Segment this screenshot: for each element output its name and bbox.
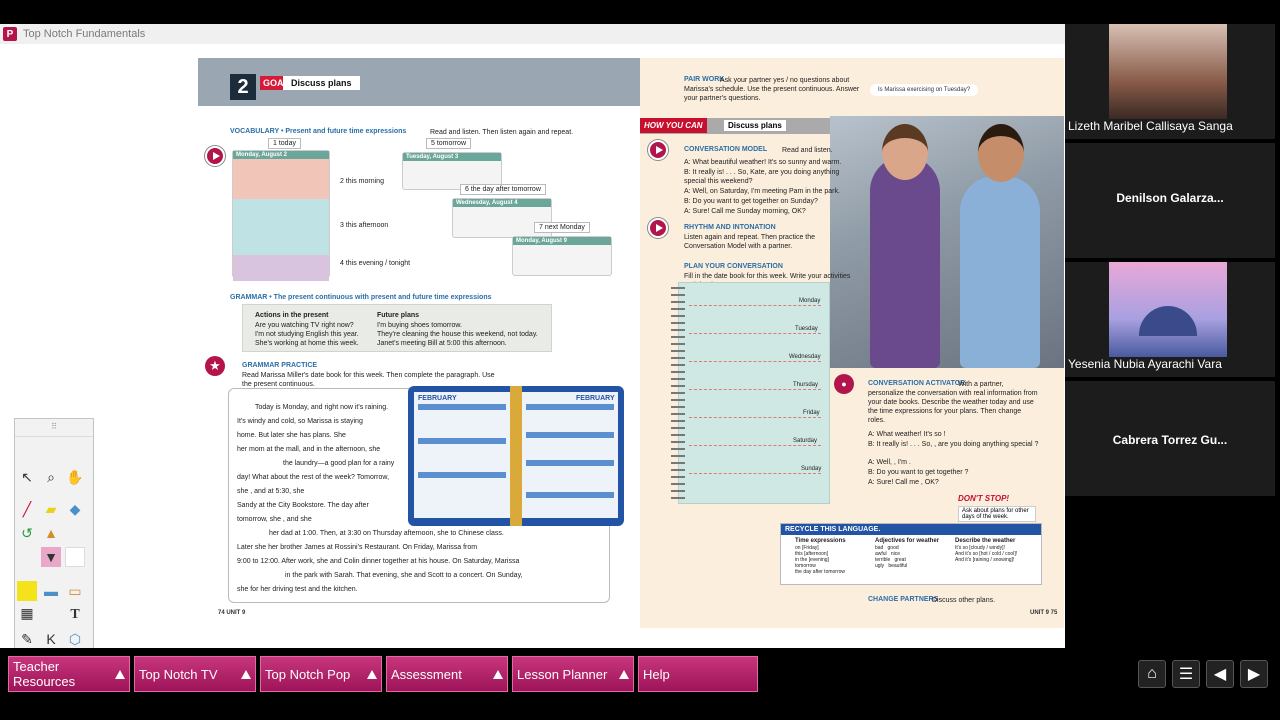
change-partners-heading: CHANGE PARTNERS xyxy=(868,596,939,603)
top-notch-tv-button[interactable]: Top Notch TV xyxy=(134,656,256,692)
participant-tile[interactable]: Lizeth Maribel Callisaya Sanga xyxy=(1065,24,1275,141)
tag-day-after-tomorrow: 6 the day after tomorrow xyxy=(460,184,546,195)
lesson-number: 2 xyxy=(230,74,256,100)
tag-next-monday: 7 next Monday xyxy=(534,222,590,233)
top-notch-pop-button[interactable]: Top Notch Pop xyxy=(260,656,382,692)
ebook-viewer[interactable]: 2 GOAL Discuss plans VOCABULARY • Presen… xyxy=(0,44,1065,648)
plan-heading: PLAN YOUR CONVERSATION xyxy=(684,263,783,270)
participant-name: Cabrera Torrez Gu... xyxy=(1112,433,1228,447)
window-title: Top Notch Fundamentals xyxy=(23,28,146,40)
participant-tile[interactable]: Yesenia Nubia Ayarachi Vara xyxy=(1065,262,1275,379)
play-audio-rhythm-button[interactable] xyxy=(648,218,668,238)
tag-this-afternoon: 3 this afternoon xyxy=(340,222,389,229)
blank-datebook: Monday Tuesday Wednesday Thursday Friday… xyxy=(671,282,830,504)
dont-stop-label: DON'T STOP! xyxy=(958,494,1010,503)
chevron-up-icon xyxy=(619,670,629,679)
participant-tile[interactable]: Cabrera Torrez Gu... xyxy=(1065,381,1275,498)
play-audio-vocab-button[interactable] xyxy=(205,146,225,166)
tag-today: 1 today xyxy=(268,138,301,149)
bottom-nav-bar: Teacher Resources Top Notch TV Top Notch… xyxy=(0,656,1280,692)
sticky-note-icon[interactable] xyxy=(17,581,37,601)
app-window: P Top Notch Fundamentals 2 GOAL Discuss … xyxy=(0,0,1280,720)
title-bar: P Top Notch Fundamentals xyxy=(0,24,1065,44)
dont-stop-note: Ask about plans for other days of the we… xyxy=(958,506,1036,522)
participant-tile[interactable]: Denilson Galarza... xyxy=(1065,143,1275,260)
left-page: 2 GOAL Discuss plans VOCABULARY • Presen… xyxy=(198,58,640,628)
eraser-icon[interactable]: ◆ xyxy=(65,499,85,519)
next-page-icon[interactable]: ▶ xyxy=(1240,660,1268,688)
bucket-icon[interactable]: ⬡ xyxy=(65,629,85,648)
pair-work-quote: Is Marissa exercising on Tuesday? xyxy=(870,84,979,96)
schedule-card-today: Monday, August 2 xyxy=(232,150,330,281)
activator-text: With a partner, personalize the conversa… xyxy=(868,381,1038,424)
chevron-up-icon xyxy=(493,670,503,679)
chevron-up-icon xyxy=(241,670,251,679)
right-page-number: UNIT 9 75 xyxy=(1030,610,1058,616)
tag-this-evening: 4 this evening / tonight xyxy=(340,260,411,267)
schedule-card-next-monday: Monday, August 9 xyxy=(512,236,612,276)
rhythm-heading: RHYTHM AND INTONATION xyxy=(684,224,776,231)
undo-icon[interactable]: ↺ xyxy=(17,523,37,543)
lesson-planner-button[interactable]: Lesson Planner xyxy=(512,656,634,692)
help-button[interactable]: Help xyxy=(638,656,758,692)
folder-icon[interactable]: ▭ xyxy=(65,581,85,601)
vocab-heading: VOCABULARY • Present and future time exp… xyxy=(230,128,407,135)
toolbar-grip-handle[interactable]: ⠿ xyxy=(15,419,93,437)
rhythm-text: Listen again and repeat. Then practice t… xyxy=(684,234,816,250)
tag-this-morning: 2 this morning xyxy=(340,178,384,185)
text-tool-icon[interactable]: T xyxy=(65,605,85,625)
star-practice-icon[interactable]: ★ xyxy=(205,356,225,376)
marker-icon[interactable]: ▲ xyxy=(41,523,61,543)
hand-pan-icon[interactable]: ✋ xyxy=(65,467,85,487)
participant-name: Denilson Galarza... xyxy=(1116,191,1224,205)
vocab-instruction: Read and listen. Then listen again and r… xyxy=(430,129,574,136)
list-menu-icon[interactable]: ☰ xyxy=(1172,660,1200,688)
conv-model-instr: Read and listen. xyxy=(782,147,833,154)
blank-color-swatch[interactable] xyxy=(65,547,85,567)
pair-work-text: Ask your partner yes / no questions abou… xyxy=(684,77,860,102)
pen-icon[interactable]: ╱ xyxy=(17,499,37,519)
participant-name: Lizeth Maribel Callisaya Sanga xyxy=(1068,119,1233,133)
practice-heading: GRAMMAR PRACTICE xyxy=(242,362,318,369)
couple-photo xyxy=(830,116,1064,368)
home-icon[interactable]: ⌂ xyxy=(1138,660,1166,688)
color-picker-icon[interactable]: ▼ xyxy=(41,547,61,567)
tag-tomorrow: 5 tomorrow xyxy=(426,138,472,149)
app-logo-icon: P xyxy=(3,27,17,41)
participant-name: Yesenia Nubia Ayarachi Vara xyxy=(1068,357,1222,371)
right-page: PAIR WORK Ask your partner yes / no ques… xyxy=(640,58,1064,628)
grammar-heading: GRAMMAR • The present continuous with pr… xyxy=(230,294,492,301)
shape-tool-icon[interactable]: ▬ xyxy=(41,581,61,601)
assessment-button[interactable]: Assessment xyxy=(386,656,508,692)
left-page-number: 74 UNIT 9 xyxy=(218,610,246,616)
select-pointer-icon[interactable]: ↖ xyxy=(17,467,37,487)
conv-model-heading: CONVERSATION MODEL xyxy=(684,146,768,153)
how-you-can-badge: HOW YOU CAN xyxy=(640,118,707,133)
datebook-image: FEBRUARY FEBRUARY xyxy=(408,386,624,526)
chevron-up-icon xyxy=(367,670,377,679)
activator-icon[interactable]: ● xyxy=(834,374,854,394)
play-audio-conversation-button[interactable] xyxy=(648,140,668,160)
highlighter-icon[interactable]: ▰ xyxy=(41,499,61,519)
grid-icon[interactable]: ▦ xyxy=(17,603,37,623)
how-you-can-title: Discuss plans xyxy=(724,120,786,131)
recycle-language-box: RECYCLE THIS LANGUAGE. Time expressions … xyxy=(780,523,1042,585)
participant-avatar-image xyxy=(1109,262,1227,357)
drawing-toolbar[interactable]: ⠿ ↖ ⌕ ✋ ╱ ▰ ◆ ↺ ▲ ▼ ▬ ▭ ▦ T ✎ K ⬡ T xyxy=(14,418,94,648)
change-partners-text: Discuss other plans. xyxy=(932,597,996,604)
grammar-box: Actions in the present Are you watching … xyxy=(242,304,552,352)
edit-icon[interactable]: ✎ xyxy=(17,629,37,648)
chevron-up-icon xyxy=(115,670,125,679)
keyboard-icon[interactable]: K xyxy=(41,629,61,648)
participant-video xyxy=(1109,24,1227,119)
participants-panel: Lizeth Maribel Callisaya Sanga Denilson … xyxy=(1065,24,1275,500)
goal-title: Discuss plans xyxy=(283,76,360,90)
previous-page-icon[interactable]: ◀ xyxy=(1206,660,1234,688)
teacher-resources-button[interactable]: Teacher Resources xyxy=(8,656,130,692)
lesson-header: 2 GOAL Discuss plans xyxy=(198,58,640,106)
zoom-icon[interactable]: ⌕ xyxy=(41,467,61,487)
